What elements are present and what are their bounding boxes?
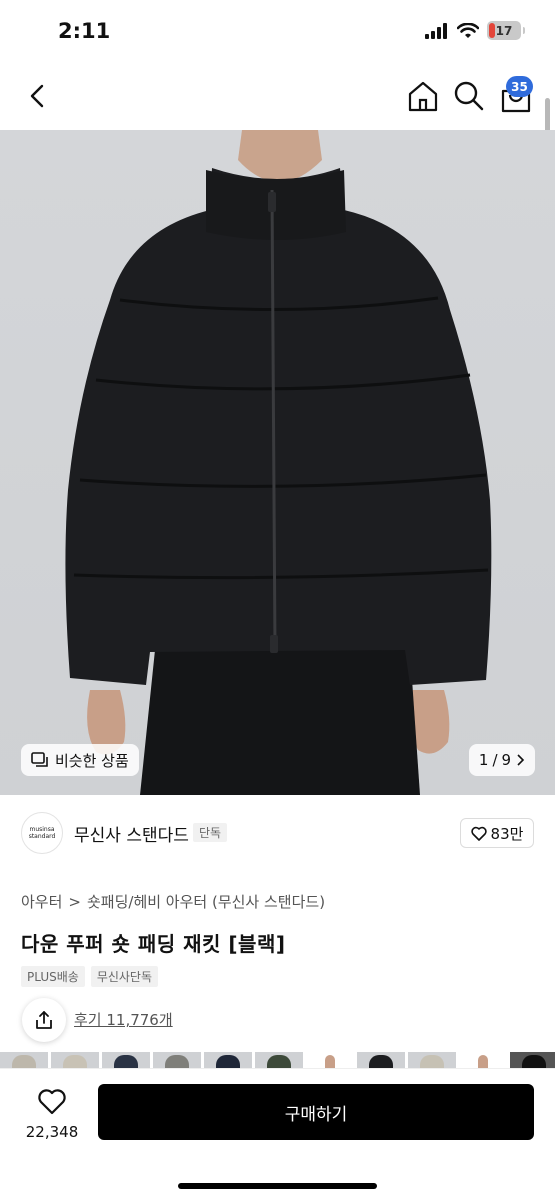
breadcrumb: 아우터 > 숏패딩/헤비 아우터 (무신사 스탠다드) <box>21 891 325 912</box>
image-page-indicator[interactable]: 1 / 9 <box>469 744 535 776</box>
wishlist-count: 22,348 <box>25 1123 79 1141</box>
battery-level: 17 <box>495 23 513 38</box>
home-indicator <box>178 1183 377 1189</box>
page-separator: / <box>492 751 498 769</box>
product-title: 다운 푸퍼 숏 패딩 재킷 [블랙] <box>21 932 286 956</box>
cart-count-badge: 35 <box>506 76 533 97</box>
color-thumbnail[interactable] <box>255 1052 303 1068</box>
product-image[interactable] <box>0 130 555 795</box>
home-icon[interactable] <box>406 79 440 113</box>
heart-icon <box>38 1089 66 1115</box>
brand-like-button[interactable]: 83만 <box>460 818 534 848</box>
breadcrumb-category[interactable]: 숏패딩/헤비 아우터 (무신사 스탠다드) <box>87 891 325 912</box>
color-thumbnail[interactable] <box>357 1052 405 1068</box>
search-icon[interactable] <box>452 79 486 113</box>
chevron-right-icon <box>517 754 525 766</box>
color-thumbnail[interactable] <box>51 1052 99 1068</box>
color-thumbnail[interactable] <box>306 1052 354 1068</box>
tag-plus-delivery: PLUS배송 <box>21 966 85 987</box>
brand-logo-line2: standard <box>28 833 56 840</box>
exclusive-badge: 단독 <box>193 823 228 842</box>
reviews-link[interactable]: 후기 11,776개 <box>74 1009 173 1030</box>
top-nav <box>0 62 555 130</box>
color-thumbnail[interactable] <box>0 1052 48 1068</box>
color-thumbnail-strip[interactable] <box>0 1052 555 1068</box>
breadcrumb-root[interactable]: 아우터 <box>21 891 62 912</box>
brand-logo-line1: musinsa <box>29 826 55 833</box>
wishlist-button[interactable]: 22,348 <box>22 1087 82 1141</box>
color-thumbnail[interactable] <box>459 1052 507 1068</box>
status-bar: 2:11 17 <box>0 0 555 62</box>
similar-products-button[interactable]: 비슷한 상품 <box>21 744 139 776</box>
status-icons: 17 <box>425 21 525 40</box>
share-button[interactable] <box>22 998 66 1042</box>
similar-products-label: 비슷한 상품 <box>55 751 129 770</box>
jacket-photo <box>65 130 492 795</box>
wifi-icon <box>457 22 479 38</box>
color-thumbnail[interactable] <box>408 1052 456 1068</box>
color-thumbnail[interactable] <box>204 1052 252 1068</box>
status-time: 2:11 <box>58 19 111 43</box>
battery-icon: 17 <box>487 21 525 40</box>
brand-like-count: 83만 <box>490 824 524 843</box>
signal-icon <box>425 22 447 39</box>
buy-button[interactable]: 구매하기 <box>98 1084 534 1140</box>
similar-items-icon <box>31 752 48 767</box>
tag-exclusive: 무신사단독 <box>90 966 159 987</box>
color-thumbnail[interactable] <box>102 1052 150 1068</box>
breadcrumb-separator: > <box>68 892 81 911</box>
page-current: 1 <box>478 751 489 769</box>
heart-outline-icon <box>470 826 487 841</box>
color-thumbnail[interactable] <box>153 1052 201 1068</box>
brand-row[interactable]: musinsa standard 무신사 스탠다드 단독 83만 <box>0 810 555 858</box>
brand-name[interactable]: 무신사 스탠다드 <box>74 821 189 846</box>
brand-logo[interactable]: musinsa standard <box>21 812 63 854</box>
bottom-purchase-bar: 22,348 구매하기 <box>0 1068 555 1200</box>
color-thumbnail[interactable] <box>510 1052 555 1068</box>
page-total: 9 <box>501 751 512 769</box>
back-arrow-icon[interactable] <box>22 80 54 112</box>
product-page: 2:11 17 35 비슷한 상품 1 / 9 musinsa standard… <box>0 0 555 1200</box>
product-tags: PLUS배송 무신사단독 <box>21 966 159 987</box>
share-icon <box>36 1011 52 1029</box>
